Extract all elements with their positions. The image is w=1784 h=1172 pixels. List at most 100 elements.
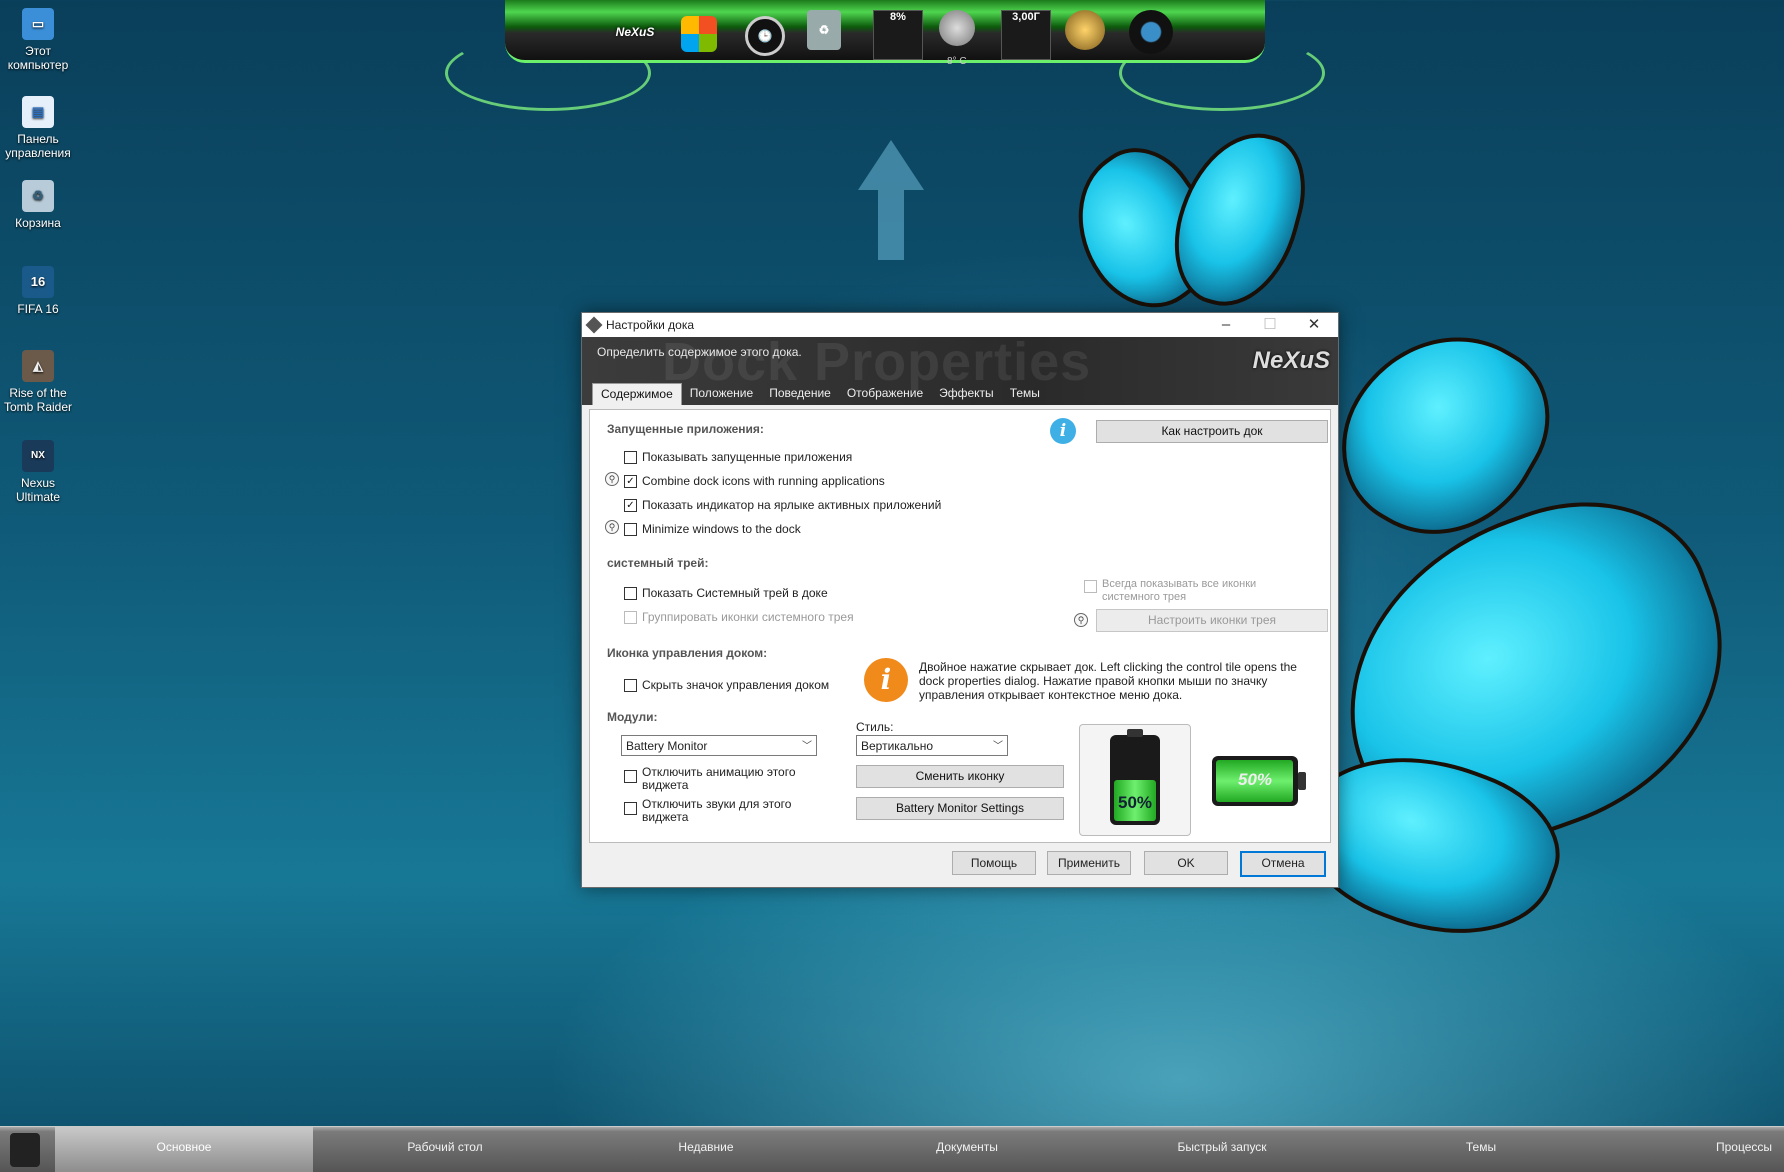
chevron-down-icon: ﹀ [993, 741, 1003, 752]
ram-meter[interactable]: 3,00Г [1001, 10, 1051, 60]
maximize-button[interactable]: ☐ [1248, 313, 1292, 337]
tab-display[interactable]: Отображение [839, 383, 931, 405]
checkbox-box [624, 802, 637, 815]
checkbox-box [624, 522, 637, 536]
checkbox-box [624, 770, 637, 783]
ram-value: 3,00Г [1012, 11, 1040, 23]
style-label: Стиль: [856, 720, 894, 734]
checkbox-box [624, 586, 637, 600]
tab-position[interactable]: Положение [682, 383, 761, 405]
minimize-button[interactable]: – [1204, 313, 1248, 337]
taskbar-item-themes[interactable]: Темы [1352, 1127, 1610, 1172]
tab-behavior[interactable]: Поведение [761, 383, 839, 405]
module-select[interactable]: Battery Monitor ﹀ [621, 735, 817, 756]
checkbox-box [624, 610, 637, 624]
start-orb[interactable] [10, 1133, 40, 1167]
cancel-button[interactable]: Отмена [1240, 851, 1326, 877]
style-select[interactable]: Вертикально ﹀ [856, 735, 1008, 756]
globe-icon: ⚲ [605, 472, 619, 486]
app-icon [585, 316, 603, 334]
nexus-logo-icon[interactable]: NeXuS [613, 10, 657, 54]
globe-icon[interactable] [1065, 10, 1105, 50]
control-panel-icon: ▤ [22, 96, 54, 128]
checkbox-label: Всегда показывать все иконки системного … [1102, 578, 1257, 603]
apply-button[interactable]: Применить [1047, 851, 1131, 875]
desktop-icon-control-panel[interactable]: ▤ Панель управления [0, 96, 76, 160]
desktop-icon-computer[interactable]: ▭ Этот компьютер [0, 8, 76, 72]
desktop-icon-recycle-bin[interactable]: ♻ Корзина [0, 180, 76, 230]
combine-icons-checkbox[interactable]: ✓ Combine dock icons with running applica… [624, 474, 885, 488]
checkbox-box: ✓ [624, 498, 637, 512]
minimize-to-dock-checkbox[interactable]: Minimize windows to the dock [624, 522, 801, 536]
checkbox-label: Показать Системный трей в доке [642, 586, 828, 600]
configure-tray-icons-button[interactable]: Настроить иконки трея [1096, 609, 1328, 632]
recycle-bin-icon[interactable]: ♻ [807, 10, 841, 50]
checkbox-box [624, 450, 637, 464]
checkbox-label: Группировать иконки системного трея [642, 610, 854, 624]
camera-icon[interactable] [1129, 10, 1173, 54]
taskbar-item-desktop[interactable]: Рабочий стол [316, 1127, 574, 1172]
checkbox-label: Отключить анимацию этого виджета [642, 765, 796, 792]
tomb-raider-icon: ◭ [22, 350, 54, 382]
taskbar-item-quick-launch[interactable]: Быстрый запуск [1093, 1127, 1351, 1172]
nexus-logo: NeXuS [1252, 347, 1330, 374]
checkbox-label: Показывать запущенные приложения [642, 450, 853, 464]
battery-preview-vertical[interactable]: 50% [1079, 724, 1191, 836]
group-tray-icons-checkbox[interactable]: Группировать иконки системного трея [624, 610, 854, 624]
chevron-down-icon: ﹀ [802, 741, 812, 752]
desktop-icon-fifa[interactable]: 16 FIFA 16 [0, 266, 76, 316]
dialog-title: Настройки дока [606, 318, 695, 332]
desktop-icon-tomb-raider[interactable]: ◭ Rise of the Tomb Raider [0, 350, 76, 414]
tab-strip: Содержимое Положение Поведение Отображен… [592, 383, 1048, 405]
battery-terminal [1127, 729, 1143, 737]
always-show-tray-icons-checkbox[interactable]: Всегда показывать все иконки системного … [1084, 578, 1314, 604]
taskbar-item-documents[interactable]: Документы [838, 1127, 1096, 1172]
desktop-icon-label: Rise of the Tomb Raider [3, 386, 73, 414]
module-select-value: Battery Monitor [626, 739, 708, 753]
nexus-top-dock: NeXuS 🕒 ♻ 8% 8° C 3,00Г [445, 0, 1325, 111]
checkbox-box [624, 678, 637, 692]
how-to-configure-button[interactable]: Как настроить док [1096, 420, 1328, 443]
dock-settings-dialog: Настройки дока – ☐ ✕ Dock Properties Опр… [581, 312, 1339, 888]
hide-control-icon-checkbox[interactable]: Скрыть значок управления доком [624, 678, 829, 692]
weather-icon[interactable] [939, 10, 975, 46]
help-button[interactable]: Помощь [952, 851, 1036, 875]
header-description: Определить содержимое этого дока. [597, 345, 802, 359]
ok-button[interactable]: OK [1144, 851, 1228, 875]
desktop-icon-nexus[interactable]: NX Nexus Ultimate [0, 440, 76, 504]
arrow-decoration [858, 140, 924, 260]
desktop-icon-label: Nexus Ultimate [15, 476, 60, 504]
dialog-header: Dock Properties Определить содержимое эт… [582, 337, 1338, 405]
show-running-checkbox[interactable]: Показывать запущенные приложения [624, 450, 852, 464]
dialog-titlebar[interactable]: Настройки дока – ☐ ✕ [582, 313, 1338, 337]
desktop-icon-label: Корзина [15, 216, 61, 230]
close-button[interactable]: ✕ [1292, 313, 1336, 337]
control-icon-heading: Иконка управления доком: [607, 646, 768, 660]
taskbar-item-main[interactable]: Основное [55, 1127, 313, 1172]
nexus-icon: NX [22, 440, 54, 472]
taskbar-item-processes[interactable]: Процессы [1610, 1127, 1784, 1172]
clock-icon[interactable]: 🕒 [745, 16, 785, 56]
change-icon-button[interactable]: Сменить иконку [856, 765, 1064, 788]
desktop-icon-label: Этот компьютер [7, 44, 69, 72]
cpu-meter[interactable]: 8% [873, 10, 923, 60]
show-tray-checkbox[interactable]: Показать Системный трей в доке [624, 586, 828, 600]
computer-icon: ▭ [22, 8, 54, 40]
disable-sounds-checkbox[interactable]: Отключить звуки для этого виджета [624, 798, 824, 824]
cpu-value: 8% [890, 11, 906, 23]
tab-content[interactable]: Содержимое [592, 383, 682, 405]
tab-effects[interactable]: Эффекты [931, 383, 1002, 405]
battery-horizontal-icon: 50% [1212, 756, 1306, 806]
disable-animation-checkbox[interactable]: Отключить анимацию этого виджета [624, 766, 824, 792]
taskbar-item-recent[interactable]: Недавние [577, 1127, 835, 1172]
info-icon: i [1050, 418, 1076, 444]
desktop-icon-label: FIFA 16 [17, 302, 59, 316]
battery-horizontal-label: 50% [1237, 770, 1273, 789]
checkbox-label: Скрыть значок управления доком [642, 678, 830, 692]
tab-themes[interactable]: Темы [1002, 383, 1048, 405]
windows-logo-icon[interactable] [681, 16, 717, 52]
checkbox-label: Отключить звуки для этого виджета [642, 797, 792, 824]
battery-monitor-settings-button[interactable]: Battery Monitor Settings [856, 797, 1064, 820]
show-indicator-checkbox[interactable]: ✓ Показать индикатор на ярлыке активных п… [624, 498, 941, 512]
battery-vertical-label: 50% [1117, 793, 1153, 812]
